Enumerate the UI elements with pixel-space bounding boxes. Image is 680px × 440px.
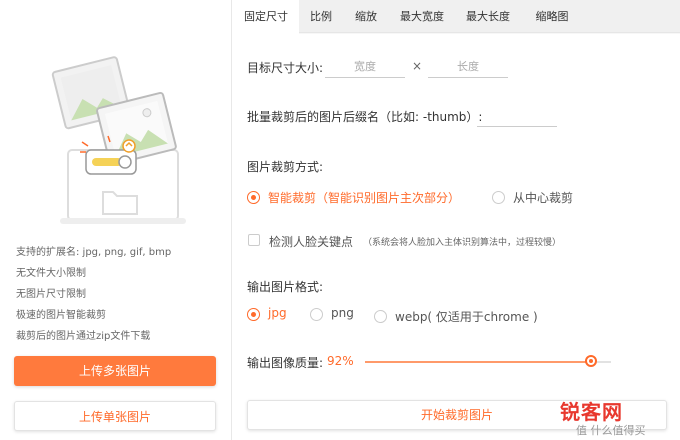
format-jpg-radio[interactable] (247, 308, 260, 321)
format-png-label[interactable]: png (331, 306, 354, 320)
target-size-label: 目标尺寸大小: (247, 61, 324, 75)
suffix-input[interactable] (477, 107, 557, 127)
upload-info: 支持的扩展名: jpg, png, gif, bmp 无文件大小限制 无图片尺寸… (16, 242, 171, 347)
quality-slider-handle[interactable] (585, 355, 598, 367)
upload-multiple-button[interactable]: 上传多张图片 (14, 356, 216, 386)
center-crop-label[interactable]: 从中心裁剪 (513, 189, 573, 206)
face-detect-hint: （系统会将人脸加入主体识别算法中，过程较慢） (363, 238, 562, 248)
tab-bar: 固定尺寸 比例 缩放 最大宽度 最大长度 缩略图 (233, 0, 680, 34)
face-detect-checkbox[interactable] (248, 234, 260, 246)
tab-scale[interactable]: 缩放 (343, 0, 389, 33)
tab-ratio[interactable]: 比例 (299, 0, 343, 33)
format-jpg-label[interactable]: jpg (268, 306, 287, 320)
quality-value: 92% (327, 354, 354, 368)
quality-slider-track[interactable] (365, 361, 611, 363)
site-watermark: 锐客网 值 什么值得买 (560, 396, 680, 440)
watermark-subtext: 值 什么值得买 (576, 424, 646, 437)
suffix-label: 批量裁剪后的图片后缀名（比如: -thumb）: (247, 110, 483, 124)
width-input[interactable]: 宽度 (325, 58, 405, 78)
info-extensions: 支持的扩展名: jpg, png, gif, bmp (16, 247, 172, 258)
center-crop-radio[interactable] (492, 191, 505, 204)
height-input[interactable]: 长度 (428, 58, 508, 78)
face-detect-label[interactable]: 检测人脸关键点 (269, 233, 353, 250)
format-png-radio[interactable] (310, 308, 323, 321)
times-sign: × (412, 59, 423, 73)
quality-slider-fill (365, 361, 592, 363)
tab-max-length[interactable]: 最大长度 (455, 0, 521, 33)
watermark-logo-text: 锐客网 (560, 400, 623, 424)
tab-thumbnail[interactable]: 缩略图 (521, 0, 583, 33)
format-webp-radio[interactable] (374, 310, 387, 323)
format-webp-label[interactable]: webp( 仅适用于chrome ) (395, 308, 538, 325)
info-smart-crop: 极速的图片智能裁剪 (16, 310, 106, 321)
smart-crop-radio[interactable] (247, 191, 260, 204)
right-panel: 固定尺寸 比例 缩放 最大宽度 最大长度 缩略图 目标尺寸大小: 宽度 × 长度… (233, 0, 680, 440)
settings-form: 目标尺寸大小: 宽度 × 长度 批量裁剪后的图片后缀名（比如: -thumb）:… (233, 34, 680, 440)
tab-max-width[interactable]: 最大宽度 (389, 0, 455, 33)
smart-crop-label[interactable]: 智能裁剪（智能识别图片主次部分） (268, 189, 460, 206)
output-format-label: 输出图片格式: (247, 280, 324, 294)
upload-single-button[interactable]: 上传单张图片 (14, 401, 216, 431)
info-zip-download: 裁剪后的图片通过zip文件下载 (16, 331, 151, 342)
left-panel: 支持的扩展名: jpg, png, gif, bmp 无文件大小限制 无图片尺寸… (0, 0, 232, 440)
quality-label: 输出图像质量: (247, 356, 324, 370)
tab-fixed-size[interactable]: 固定尺寸 (233, 0, 299, 34)
crop-mode-label: 图片裁剪方式: (247, 160, 324, 174)
image-upload-illustration-icon (51, 56, 186, 224)
info-no-size-limit: 无文件大小限制 (16, 268, 86, 279)
info-no-dimension-limit: 无图片尺寸限制 (16, 289, 86, 300)
